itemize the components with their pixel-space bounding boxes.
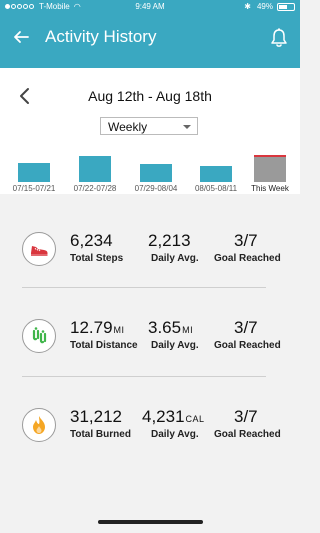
week-label: This Week [251,184,289,193]
battery-icon [277,2,295,11]
stat-total-unit: MI [113,325,125,335]
stat-goal-label: Goal Reached [214,429,281,440]
footsteps-icon [32,327,47,344]
bell-icon[interactable] [268,27,290,49]
bluetooth-icon: ✱ [244,2,251,11]
stat-icon-circle [22,232,56,266]
flame-icon [33,416,45,434]
weekly-bars: 07/15-07/21 07/22-07/28 07/29-08/04 08/05-0… [0,68,300,194]
bar-week[interactable] [200,166,232,182]
week-label: 07/29-08/04 [134,184,178,193]
bar-this-week[interactable] [254,155,286,182]
stat-daily-avg-unit: MI [182,325,194,335]
stat-goal-number: 3/7 [234,231,258,250]
bar-week[interactable] [140,164,172,182]
stat-daily-avg-label: Daily Avg. [151,429,199,440]
stat-icon-circle [22,319,56,353]
divider [22,287,266,288]
stat-row: 6,234 Total Steps 2,213 Daily Avg. 3/7 Goal R… [0,231,300,282]
stat-goal-label: Goal Reached [214,340,281,351]
stat-daily-avg: 4,231CAL [142,407,205,427]
home-indicator [98,520,203,524]
stat-daily-avg-unit: CAL [185,414,205,424]
week-label: 08/05-08/11 [194,184,238,193]
stat-daily-avg-number: 3.65 [148,318,182,337]
divider [22,376,266,377]
stat-total-number: 6,234 [70,231,113,250]
status-right: ✱ 49% [244,2,295,11]
stat-goal-number: 3/7 [234,318,258,337]
week-label: 07/22-07/28 [73,184,117,193]
stat-goal: 3/7 [234,407,258,427]
goal-line [254,155,286,157]
stat-daily-avg: 2,213 [148,231,191,251]
stat-goal: 3/7 [234,318,258,338]
stat-goal-number: 3/7 [234,407,258,426]
battery-fill [279,4,287,9]
stat-daily-avg-number: 4,231 [142,407,185,426]
app-bar: T-Mobile ◠ 9:49 AM ✱ 49% Activity Histor… [0,0,300,68]
stat-total-number: 12.79 [70,318,113,337]
shoe-icon [31,246,48,256]
stat-total: 31,212 [70,407,122,427]
stat-daily-avg: 3.65MI [148,318,193,338]
stat-total-label: Total Steps [70,253,124,264]
arrow-left-icon[interactable] [11,27,31,47]
bar-week[interactable] [18,163,50,182]
stat-total-label: Total Distance [70,340,138,351]
stat-daily-avg-label: Daily Avg. [151,253,199,264]
stat-goal-label: Goal Reached [214,253,281,264]
stat-total-label: Total Burned [70,429,131,440]
stat-total-number: 31,212 [70,407,122,426]
stat-goal: 3/7 [234,231,258,251]
stat-icon-circle [22,408,56,442]
status-bar: T-Mobile ◠ 9:49 AM ✱ 49% [0,0,300,14]
week-selector-panel: Aug 12th - Aug 18th Weekly 07/15-07/21 07… [0,68,300,194]
stat-row: 12.79MI Total Distance 3.65MI Daily Avg. 3/7… [0,318,300,369]
stat-row: 31,212 Total Burned 4,231CAL Daily Avg. 3/7 G… [0,407,300,458]
stat-daily-avg-number: 2,213 [148,231,191,250]
bar-week[interactable] [79,156,111,182]
stat-daily-avg-label: Daily Avg. [151,340,199,351]
stat-total: 12.79MI [70,318,125,338]
battery-percent: 49% [256,2,273,11]
stat-total: 6,234 [70,231,113,251]
page-title: Activity History [45,27,157,46]
week-label: 07/15-07/21 [12,184,56,193]
